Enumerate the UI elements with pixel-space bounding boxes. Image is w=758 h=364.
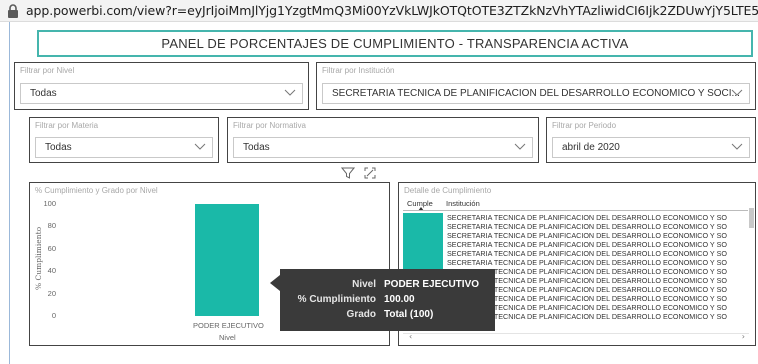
column-header-institucion[interactable]: Institución bbox=[446, 199, 480, 208]
x-axis-label: Nivel bbox=[219, 333, 236, 342]
materia-dropdown[interactable]: Todas bbox=[35, 137, 213, 158]
periodo-dropdown-value: abril de 2020 bbox=[562, 142, 620, 153]
header-divider bbox=[403, 210, 748, 211]
slicer-materia-label: Filtrar por Materia bbox=[35, 121, 99, 130]
browser-address-bar[interactable]: app.powerbi.com/view?r=eyJrIjoiMmJlYjg1Y… bbox=[0, 0, 758, 22]
institucion-dropdown-value: SECRETARIA TECNICA DE PLANIFICACION DEL … bbox=[332, 88, 740, 99]
chart-tooltip: Nivel PODER EJECUTIVO % Cumplimiento 100… bbox=[280, 269, 495, 331]
normativa-dropdown-value: Todas bbox=[243, 142, 270, 153]
materia-dropdown-value: Todas bbox=[45, 142, 72, 153]
tooltip-arrow bbox=[270, 275, 280, 291]
chevron-down-icon bbox=[731, 143, 743, 150]
cumple-indicator bbox=[403, 258, 443, 267]
institucion-cell: SECRETARIA TECNICA DE PLANIFICACION DEL … bbox=[447, 249, 727, 258]
scroll-right-icon[interactable]: › bbox=[742, 332, 745, 341]
y-tick-label: 100 bbox=[43, 199, 56, 208]
nivel-dropdown-value: Todas bbox=[30, 88, 57, 99]
cumple-indicator bbox=[403, 240, 443, 249]
table-row[interactable]: SECRETARIA TECNICA DE PLANIFICACION DEL … bbox=[403, 213, 752, 222]
table-row[interactable]: SECRETARIA TECNICA DE PLANIFICACION DEL … bbox=[403, 240, 752, 249]
nivel-dropdown[interactable]: Todas bbox=[20, 83, 303, 104]
filter-icon[interactable] bbox=[341, 166, 355, 180]
vertical-scrollbar[interactable] bbox=[749, 200, 755, 330]
report-title-box: PANEL DE PORCENTAJES DE CUMPLIMIENTO - T… bbox=[37, 30, 753, 57]
url-text[interactable]: app.powerbi.com/view?r=eyJrIjoiMmJlYjg1Y… bbox=[26, 3, 758, 18]
tooltip-grado-key: Grado bbox=[346, 309, 376, 320]
slicer-normativa: Filtrar por Normativa Todas bbox=[227, 117, 539, 163]
institucion-cell: SECRETARIA TECNICA DE PLANIFICACION DEL … bbox=[447, 258, 727, 267]
bar-poder-ejecutivo[interactable] bbox=[195, 204, 259, 316]
chevron-down-icon bbox=[731, 89, 743, 96]
y-axis-label: % Cumplimiento bbox=[34, 226, 43, 290]
slicer-nivel: Filtrar por Nivel Todas bbox=[14, 62, 309, 110]
institucion-cell: SECRETARIA TECNICA DE PLANIFICACION DEL … bbox=[447, 231, 727, 240]
slicer-nivel-label: Filtrar por Nivel bbox=[20, 66, 75, 75]
y-tick-label: 0 bbox=[51, 311, 56, 320]
table-row[interactable]: SECRETARIA TECNICA DE PLANIFICACION DEL … bbox=[403, 231, 752, 240]
institucion-dropdown[interactable]: SECRETARIA TECNICA DE PLANIFICACION DEL … bbox=[322, 83, 750, 104]
scrollbar-thumb[interactable] bbox=[749, 208, 754, 228]
slicer-periodo-label: Filtrar por Periodo bbox=[552, 121, 617, 130]
tooltip-pct-value: 100.00 bbox=[384, 294, 415, 305]
chart-title: % Cumplimiento y Grado por Nivel bbox=[35, 186, 158, 195]
chevron-down-icon bbox=[194, 143, 206, 150]
report-title: PANEL DE PORCENTAJES DE CUMPLIMIENTO - T… bbox=[161, 36, 629, 51]
x-category-label: PODER EJECUTIVO bbox=[193, 321, 264, 330]
slicer-normativa-label: Filtrar por Normativa bbox=[233, 121, 306, 130]
scroll-left-icon[interactable]: ‹ bbox=[409, 332, 412, 341]
institucion-cell: SECRETARIA TECNICA DE PLANIFICACION DEL … bbox=[447, 213, 727, 222]
tooltip-nivel-value: PODER EJECUTIVO bbox=[384, 279, 480, 290]
periodo-dropdown[interactable]: abril de 2020 bbox=[552, 137, 750, 158]
lock-icon bbox=[8, 4, 18, 18]
slicer-institucion-label: Filtrar por Institución bbox=[322, 66, 395, 75]
slicer-institucion: Filtrar por Institución SECRETARIA TECNI… bbox=[316, 62, 756, 110]
cumple-indicator bbox=[403, 222, 443, 231]
table-row[interactable]: SECRETARIA TECNICA DE PLANIFICACION DEL … bbox=[403, 222, 752, 231]
cumple-indicator bbox=[403, 249, 443, 258]
horizontal-scrollbar[interactable]: ‹ › bbox=[403, 332, 749, 341]
slicer-materia: Filtrar por Materia Todas bbox=[29, 117, 219, 163]
chevron-down-icon bbox=[514, 143, 526, 150]
cumple-indicator bbox=[403, 213, 443, 222]
slicer-periodo: Filtrar por Periodo abril de 2020 bbox=[546, 117, 756, 163]
table-row[interactable]: SECRETARIA TECNICA DE PLANIFICACION DEL … bbox=[403, 258, 752, 267]
normativa-dropdown[interactable]: Todas bbox=[233, 137, 533, 158]
table-row[interactable]: SECRETARIA TECNICA DE PLANIFICACION DEL … bbox=[403, 249, 752, 258]
tooltip-nivel-key: Nivel bbox=[352, 279, 376, 290]
tooltip-grado-value: Total (100) bbox=[384, 309, 434, 320]
tooltip-pct-key: % Cumplimiento bbox=[297, 294, 376, 305]
table-title: Detalle de Cumplimiento bbox=[404, 186, 492, 195]
chevron-down-icon bbox=[284, 89, 296, 96]
focus-mode-icon[interactable] bbox=[363, 166, 377, 180]
institucion-cell: SECRETARIA TECNICA DE PLANIFICACION DEL … bbox=[447, 240, 727, 249]
cumple-indicator bbox=[403, 231, 443, 240]
institucion-cell: SECRETARIA TECNICA DE PLANIFICACION DEL … bbox=[447, 222, 727, 231]
